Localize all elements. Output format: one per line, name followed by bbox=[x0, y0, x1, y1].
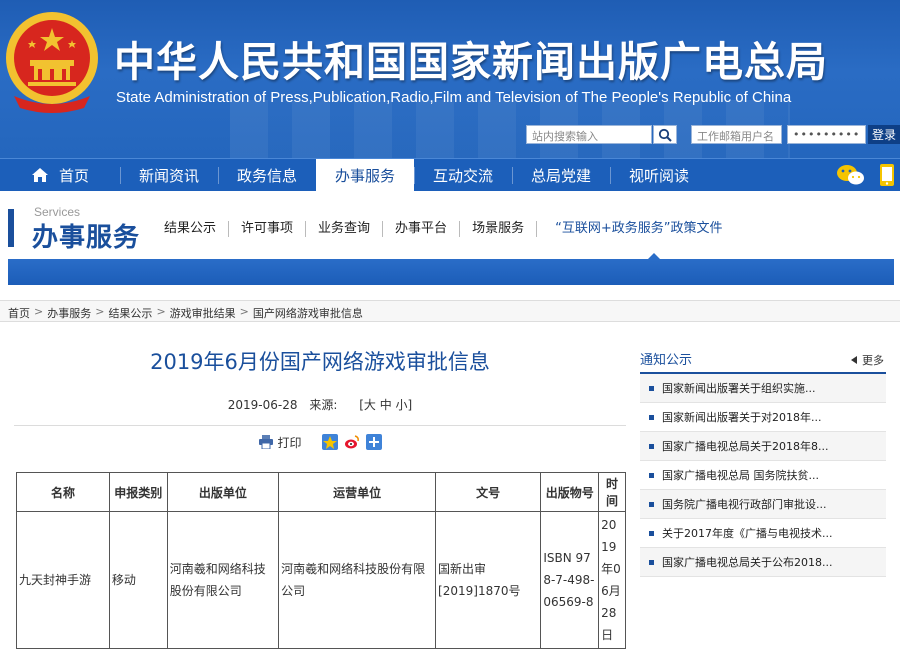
list-item[interactable]: 关于2017年度《广播与电视技术... bbox=[640, 519, 886, 548]
breadcrumb-results[interactable]: 结果公示 bbox=[108, 305, 152, 320]
share-qzone-icon[interactable] bbox=[321, 434, 338, 450]
site-subtitle: State Administration of Press,Publicatio… bbox=[116, 89, 792, 106]
section-banner: Services 办事服务 结果公示 许可事项 业务查询 办事平台 场景服务 “… bbox=[0, 191, 900, 291]
cell-category: 移动 bbox=[108, 511, 168, 649]
home-icon bbox=[31, 168, 48, 182]
table-header-row: 名称 申报类别 出版单位 运营单位 文号 出版物号 时间 bbox=[16, 472, 626, 512]
section-blue-stripe bbox=[8, 253, 894, 285]
print-button[interactable]: 打印 bbox=[258, 434, 302, 451]
printer-icon bbox=[259, 435, 274, 449]
nav-item-gov-info[interactable]: 政务信息 bbox=[218, 159, 316, 191]
breadcrumb-services[interactable]: 办事服务 bbox=[47, 305, 91, 320]
search-button[interactable] bbox=[653, 125, 677, 144]
section-accent-bar bbox=[8, 209, 14, 247]
more-link[interactable]: 更多 bbox=[850, 352, 884, 368]
breadcrumb-separator: > bbox=[239, 305, 249, 318]
wechat-icon[interactable] bbox=[836, 163, 866, 187]
mail-password-input[interactable]: ••••••••• bbox=[787, 125, 866, 144]
share-more-icon[interactable] bbox=[365, 434, 382, 450]
nav-social-icons bbox=[836, 163, 896, 187]
cell-isbn: ISBN 978-7-498-06569-8 bbox=[540, 511, 600, 649]
login-button[interactable]: 登录 bbox=[868, 125, 900, 144]
list-item[interactable]: 国家广播电视总局关于2018年8... bbox=[640, 432, 886, 461]
sidebar-title: 通知公示 bbox=[640, 353, 693, 368]
subnav-results[interactable]: 结果公示 bbox=[152, 221, 230, 237]
nav-item-label: 总局党建 bbox=[530, 166, 591, 185]
list-item[interactable]: 国家广播电视总局 国务院扶贫... bbox=[640, 461, 886, 490]
site-title: 中华人民共和国国家新闻出版广电总局 bbox=[114, 38, 828, 86]
cell-publisher: 河南羲和网络科技股份有限公司 bbox=[166, 511, 280, 649]
subnav-internet-policy[interactable]: “互联网+政务服务”政策文件 bbox=[537, 221, 734, 237]
breadcrumb-separator: > bbox=[156, 305, 166, 318]
breadcrumb-home[interactable]: 首页 bbox=[8, 305, 30, 320]
article-source-label: 来源: bbox=[309, 398, 338, 412]
site-header: 中华人民共和国国家新闻出版广电总局 State Administration o… bbox=[0, 0, 900, 158]
table-row: 九天封神手游 移动 河南羲和网络科技股份有限公司 河南羲和网络科技股份有限公司 … bbox=[16, 511, 626, 649]
nav-item-label: 办事服务 bbox=[334, 166, 395, 185]
nav-item-home[interactable]: 首页 bbox=[0, 159, 120, 191]
nav-item-party[interactable]: 总局党建 bbox=[512, 159, 610, 191]
main-nav: 首页 新闻资讯 政务信息 办事服务 互动交流 总局党建 视听阅读 bbox=[0, 158, 900, 191]
print-label: 打印 bbox=[277, 435, 302, 450]
section-subnav: 结果公示 许可事项 业务查询 办事平台 场景服务 “互联网+政务服务”政策文件 bbox=[152, 221, 734, 237]
cell-time: 2019年06月28日 bbox=[598, 511, 626, 649]
breadcrumb-game-results[interactable]: 游戏审批结果 bbox=[170, 305, 236, 320]
share-weibo-icon[interactable] bbox=[344, 434, 360, 450]
subnav-platform[interactable]: 办事平台 bbox=[383, 221, 461, 237]
breadcrumb: 首页 > 办事服务 > 结果公示 > 游戏审批结果 > 国产网络游戏审批信息 bbox=[0, 300, 900, 322]
search-icon bbox=[658, 128, 672, 142]
nav-item-interaction[interactable]: 互动交流 bbox=[414, 159, 512, 191]
article-tools: 打印 bbox=[14, 432, 626, 452]
notice-list: 国家新闻出版署关于组织实施... 国家新闻出版署关于对2018年... 国家广播… bbox=[640, 374, 886, 577]
sidebar-header: 通知公示 更多 bbox=[640, 344, 886, 374]
nav-item-news[interactable]: 新闻资讯 bbox=[120, 159, 218, 191]
section-title-zh: 办事服务 bbox=[32, 223, 141, 253]
article-title: 2019年6月份国产网络游戏审批信息 bbox=[150, 350, 490, 374]
list-item[interactable]: 国家新闻出版署关于对2018年... bbox=[640, 403, 886, 432]
article: 2019年6月份国产网络游戏审批信息 2019-06-28 来源: [大 中 小… bbox=[14, 322, 626, 452]
col-header-name: 名称 bbox=[16, 472, 110, 512]
site-search-input[interactable]: 站内搜索输入 bbox=[526, 125, 652, 144]
mobile-app-icon[interactable] bbox=[878, 163, 896, 187]
font-size-control[interactable]: [大 中 小] bbox=[359, 398, 412, 412]
col-header-doc-no: 文号 bbox=[435, 472, 542, 512]
article-meta: 2019-06-28 来源: [大 中 小] bbox=[14, 396, 626, 413]
col-header-isbn: 出版物号 bbox=[540, 472, 600, 512]
cell-name: 九天封神手游 bbox=[16, 511, 110, 649]
nav-item-label: 政务信息 bbox=[236, 166, 297, 185]
list-item[interactable]: 国家广播电视总局关于公布2018... bbox=[640, 548, 886, 577]
col-header-operator: 运营单位 bbox=[278, 472, 437, 512]
subnav-licensing[interactable]: 许可事项 bbox=[229, 221, 307, 237]
nav-item-services[interactable]: 办事服务 bbox=[316, 159, 414, 191]
national-emblem-icon bbox=[6, 12, 98, 113]
chevron-left-icon bbox=[851, 356, 857, 364]
breadcrumb-separator: > bbox=[95, 305, 105, 318]
subnav-query[interactable]: 业务查询 bbox=[306, 221, 384, 237]
nav-item-media[interactable]: 视听阅读 bbox=[610, 159, 708, 191]
more-label: 更多 bbox=[862, 354, 884, 367]
nav-item-label: 新闻资讯 bbox=[138, 166, 199, 185]
cell-doc-no: 国新出审[2019]1870号 bbox=[435, 511, 542, 649]
breadcrumb-current[interactable]: 国产网络游戏审批信息 bbox=[253, 305, 363, 320]
article-date: 2019-06-28 bbox=[227, 398, 298, 412]
cell-operator: 河南羲和网络科技股份有限公司 bbox=[278, 511, 437, 649]
nav-item-label: 互动交流 bbox=[432, 166, 493, 185]
mail-username-input[interactable]: 工作邮箱用户名 bbox=[691, 125, 782, 144]
list-item[interactable]: 国务院广播电视行政部门审批设... bbox=[640, 490, 886, 519]
col-header-time: 时间 bbox=[598, 472, 626, 512]
subnav-scenario[interactable]: 场景服务 bbox=[460, 221, 538, 237]
game-approval-table: 名称 申报类别 出版单位 运营单位 文号 出版物号 时间 九天封神手游 移动 河… bbox=[16, 472, 626, 649]
nav-item-label: 视听阅读 bbox=[628, 166, 689, 185]
col-header-category: 申报类别 bbox=[108, 472, 168, 512]
article-divider bbox=[14, 425, 626, 426]
notice-sidebar: 通知公示 更多 国家新闻出版署关于组织实施... 国家新闻出版署关于对2018年… bbox=[640, 344, 886, 577]
nav-item-label: 首页 bbox=[58, 166, 89, 185]
breadcrumb-separator: > bbox=[34, 305, 44, 318]
list-item[interactable]: 国家新闻出版署关于组织实施... bbox=[640, 374, 886, 403]
col-header-publisher: 出版单位 bbox=[166, 472, 280, 512]
